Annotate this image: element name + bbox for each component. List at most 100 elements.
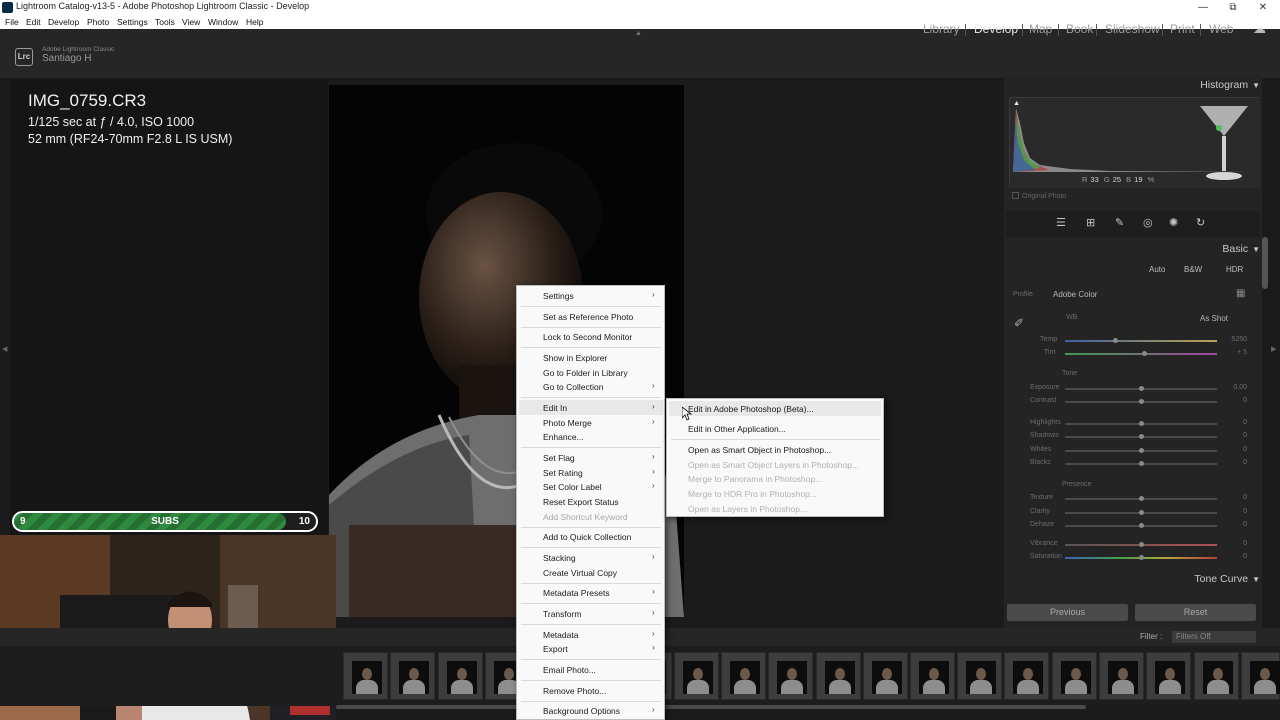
dehaze-value[interactable]: 0: [1217, 521, 1247, 528]
module-develop[interactable]: Develop: [974, 22, 1018, 36]
filmstrip-thumbnail[interactable]: [816, 652, 861, 700]
wb-dropdown[interactable]: As Shot: [1200, 314, 1228, 323]
menu-item-transform[interactable]: Transform: [543, 609, 581, 619]
hdr-button[interactable]: HDR: [1226, 265, 1243, 274]
menu-item-metadata[interactable]: Metadata: [543, 630, 578, 640]
original-photo-checkbox[interactable]: Original Photo: [1012, 192, 1066, 200]
edit-sliders-icon[interactable]: ☰: [1056, 216, 1066, 229]
highlights-value[interactable]: 0: [1217, 419, 1247, 426]
exposure-value[interactable]: 0.00: [1217, 384, 1247, 391]
menu-item-set-as-reference-photo[interactable]: Set as Reference Photo: [543, 312, 633, 322]
vibrance-value[interactable]: 0: [1217, 540, 1247, 547]
redeye-icon[interactable]: ◎: [1143, 216, 1153, 229]
menu-photo[interactable]: Photo: [87, 17, 109, 27]
basic-panel-header[interactable]: Basic ▼: [1222, 243, 1260, 255]
menu-item-stacking[interactable]: Stacking: [543, 553, 576, 563]
menu-item-create-virtual-copy[interactable]: Create Virtual Copy: [543, 568, 617, 578]
submenu-item-edit-in-other-application[interactable]: Edit in Other Application...: [688, 424, 786, 434]
clarity-slider-knob[interactable]: [1138, 510, 1144, 515]
filmstrip-thumbnail[interactable]: [1146, 652, 1191, 700]
tint-slider-knob[interactable]: [1141, 351, 1147, 356]
menu-window[interactable]: Window: [208, 17, 238, 27]
crop-icon[interactable]: ⊞: [1086, 216, 1095, 229]
masking-icon[interactable]: ✺: [1169, 216, 1178, 229]
filmstrip-thumbnail[interactable]: [343, 652, 388, 700]
wb-eyedropper-icon[interactable]: ✐: [1014, 316, 1024, 330]
whites-slider-knob[interactable]: [1138, 448, 1144, 453]
previous-button[interactable]: Previous: [1007, 604, 1128, 621]
profile-dropdown[interactable]: Adobe Color: [1053, 290, 1097, 299]
menu-item-remove-photo[interactable]: Remove Photo...: [543, 686, 606, 696]
filter-dropdown[interactable]: Filters Off: [1172, 631, 1256, 643]
shadows-value[interactable]: 0: [1217, 432, 1247, 439]
restore-button[interactable]: ⧉: [1218, 0, 1248, 15]
close-button[interactable]: ✕: [1248, 0, 1278, 15]
texture-slider-knob[interactable]: [1138, 496, 1144, 501]
left-panel-toggle-icon[interactable]: ◀: [2, 345, 7, 353]
filmstrip-thumbnail[interactable]: [768, 652, 813, 700]
filmstrip-thumbnail[interactable]: [1052, 652, 1097, 700]
tint-value[interactable]: + 5: [1217, 349, 1247, 356]
menu-item-edit-in[interactable]: Edit In: [543, 403, 567, 413]
menu-item-set-flag[interactable]: Set Flag: [543, 453, 575, 463]
menu-edit[interactable]: Edit: [26, 17, 41, 27]
menu-item-set-rating[interactable]: Set Rating: [543, 468, 583, 478]
submenu-item-edit-in-adobe-photoshop-beta[interactable]: Edit in Adobe Photoshop (Beta)...: [688, 404, 814, 414]
dehaze-slider-knob[interactable]: [1138, 523, 1144, 528]
menu-item-settings[interactable]: Settings: [543, 291, 574, 301]
cloud-sync-icon[interactable]: ☁: [1253, 21, 1266, 37]
right-panel-toggle-icon[interactable]: ▶: [1271, 345, 1276, 353]
blacks-slider-knob[interactable]: [1138, 461, 1144, 466]
menu-item-email-photo[interactable]: Email Photo...: [543, 665, 596, 675]
menu-item-reset-export-status[interactable]: Reset Export Status: [543, 497, 619, 507]
filmstrip-thumbnail[interactable]: [1099, 652, 1144, 700]
menu-item-add-to-quick-collection[interactable]: Add to Quick Collection: [543, 532, 631, 542]
clarity-value[interactable]: 0: [1217, 508, 1247, 515]
filmstrip-thumbnail[interactable]: [1004, 652, 1049, 700]
module-library[interactable]: Library: [923, 22, 960, 36]
healing-icon[interactable]: ✎: [1115, 216, 1124, 229]
filmstrip-thumbnail[interactable]: [1194, 652, 1239, 700]
filmstrip-thumbnail[interactable]: [674, 652, 719, 700]
profile-browser-icon[interactable]: ▦: [1236, 288, 1245, 299]
module-map[interactable]: Map: [1029, 22, 1052, 36]
menu-settings[interactable]: Settings: [117, 17, 148, 27]
menu-item-metadata-presets[interactable]: Metadata Presets: [543, 588, 610, 598]
menu-tools[interactable]: Tools: [155, 17, 175, 27]
filmstrip-scrollbar[interactable]: [336, 705, 1086, 709]
filmstrip-thumbnail[interactable]: [863, 652, 908, 700]
submenu-item-open-as-smart-object-in-photoshop[interactable]: Open as Smart Object in Photoshop...: [688, 445, 831, 455]
filmstrip-thumbnail[interactable]: [910, 652, 955, 700]
contrast-slider-knob[interactable]: [1138, 399, 1144, 404]
bw-button[interactable]: B&W: [1184, 265, 1202, 274]
filmstrip-thumbnail[interactable]: [390, 652, 435, 700]
collapse-top-panel-icon[interactable]: ▲: [635, 30, 642, 37]
reset-button[interactable]: Reset: [1135, 604, 1256, 621]
presets-icon[interactable]: ↻: [1196, 216, 1205, 229]
temp-value[interactable]: 5250: [1217, 336, 1247, 343]
module-web[interactable]: Web: [1209, 22, 1233, 36]
menu-develop[interactable]: Develop: [48, 17, 79, 27]
highlights-slider-knob[interactable]: [1138, 421, 1144, 426]
exposure-slider-knob[interactable]: [1138, 386, 1144, 391]
menu-item-set-color-label[interactable]: Set Color Label: [543, 482, 602, 492]
texture-value[interactable]: 0: [1217, 494, 1247, 501]
filmstrip-thumbnail[interactable]: [438, 652, 483, 700]
module-slideshow[interactable]: Slideshow: [1105, 22, 1160, 36]
menu-help[interactable]: Help: [246, 17, 263, 27]
temp-slider[interactable]: [1065, 340, 1217, 342]
saturation-value[interactable]: 0: [1217, 553, 1247, 560]
menu-item-show-in-explorer[interactable]: Show in Explorer: [543, 353, 607, 363]
menu-item-go-to-folder-in-library[interactable]: Go to Folder in Library: [543, 368, 628, 378]
menu-view[interactable]: View: [182, 17, 200, 27]
menu-item-photo-merge[interactable]: Photo Merge: [543, 418, 592, 428]
module-book[interactable]: Book: [1066, 22, 1093, 36]
minimize-button[interactable]: —: [1188, 0, 1218, 15]
tone-curve-panel-header[interactable]: Tone Curve ▼: [1194, 573, 1260, 585]
menu-item-lock-to-second-monitor[interactable]: Lock to Second Monitor: [543, 332, 632, 342]
filmstrip-thumbnail[interactable]: [721, 652, 766, 700]
menu-item-export[interactable]: Export: [543, 644, 568, 654]
filmstrip-thumbnail[interactable]: [957, 652, 1002, 700]
clip-shadow-icon[interactable]: ▲: [1010, 100, 1020, 107]
temp-slider-knob[interactable]: [1112, 338, 1118, 343]
